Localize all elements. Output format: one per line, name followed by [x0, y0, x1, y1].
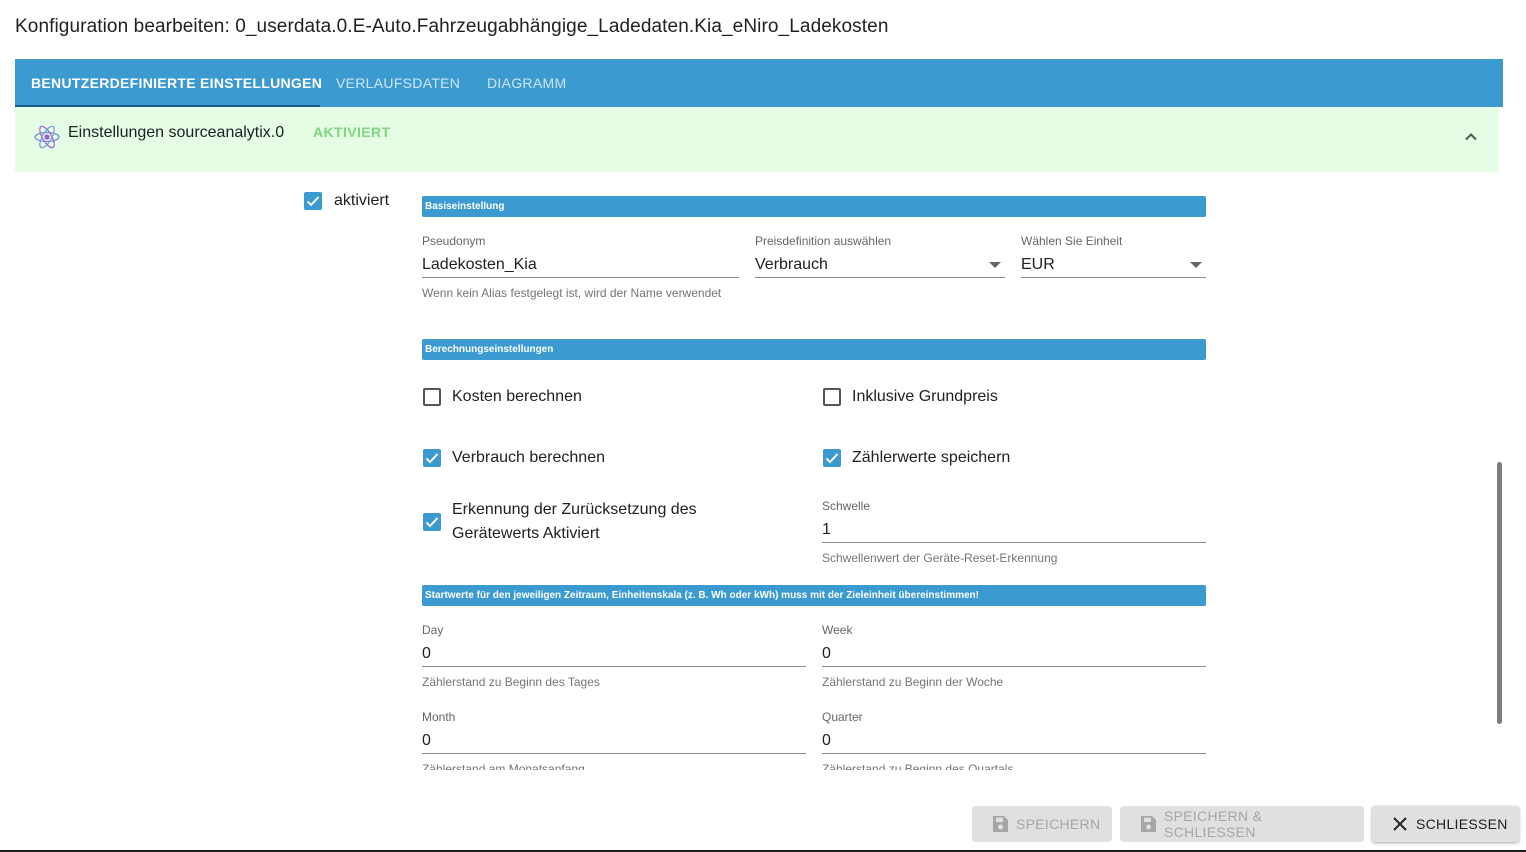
- price-definition-select[interactable]: Verbrauch: [755, 252, 1005, 278]
- settings-scroll-area[interactable]: Einstellungen sourceanalytix.0 AKTIVIERT…: [15, 107, 1503, 770]
- day-label: Day: [422, 623, 444, 637]
- dialog-title: Konfiguration bearbeiten: 0_userdata.0.E…: [15, 16, 889, 37]
- day-help-text: Zählerstand zu Beginn des Tages: [422, 675, 600, 689]
- status-badge: AKTIVIERT: [313, 124, 391, 140]
- section-basic-settings: Basiseinstellung: [422, 196, 1206, 217]
- save-and-close-button-label: SPEICHERN & SCHLIESSEN: [1164, 808, 1263, 840]
- tab-bar: BENUTZERDEFINIERTE EINSTELLUNGEN VERLAUF…: [15, 59, 1503, 107]
- quarter-help-text: Zählerstand zu Beginn des Quartals: [822, 762, 1014, 770]
- week-input[interactable]: 0: [822, 641, 1206, 667]
- threshold-help-text: Schwellenwert der Geräte-Reset-Erkennung: [822, 551, 1058, 565]
- unit-select[interactable]: EUR: [1021, 252, 1206, 278]
- save-button-label: SPEICHERN: [1016, 816, 1101, 832]
- vertical-scrollbar[interactable]: [1497, 107, 1503, 770]
- accordion-header[interactable]: Einstellungen sourceanalytix.0 AKTIVIERT: [15, 107, 1499, 172]
- section-calculation-settings: Berechnungseinstellungen: [422, 339, 1206, 360]
- atom-icon: [32, 122, 62, 152]
- quarter-input[interactable]: 0: [822, 728, 1206, 754]
- threshold-label: Schwelle: [822, 499, 871, 513]
- reset-detection-checkbox[interactable]: [423, 513, 441, 531]
- month-label: Month: [422, 710, 456, 724]
- base-price-label: Inklusive Grundpreis: [852, 388, 998, 405]
- price-definition-label: Preisdefinition auswählen: [755, 234, 892, 248]
- unit-value: EUR: [1021, 256, 1055, 273]
- alias-help-text: Wenn kein Alias festgelegt ist, wird der…: [422, 286, 722, 300]
- tab-custom-settings[interactable]: BENUTZERDEFINIERTE EINSTELLUNGEN: [15, 59, 338, 107]
- scrollbar-thumb[interactable]: [1497, 462, 1502, 724]
- alias-label: Pseudonym: [422, 234, 486, 248]
- month-input[interactable]: 0: [422, 728, 806, 754]
- calc-consumption-label: Verbrauch berechnen: [452, 449, 605, 466]
- tab-chart[interactable]: DIAGRAMM: [471, 59, 582, 107]
- calc-consumption-checkbox[interactable]: [423, 449, 441, 467]
- threshold-input[interactable]: 1: [822, 517, 1206, 543]
- save-button[interactable]: SPEICHERN: [972, 806, 1112, 842]
- calc-costs-checkbox[interactable]: [423, 388, 441, 406]
- week-label: Week: [822, 623, 853, 637]
- save-counter-checkbox[interactable]: [823, 449, 841, 467]
- quarter-label: Quarter: [822, 710, 863, 724]
- save-icon: [990, 814, 1010, 834]
- enabled-checkbox[interactable]: [304, 192, 322, 210]
- dropdown-arrow-icon: [989, 262, 1001, 268]
- day-input[interactable]: 0: [422, 641, 806, 667]
- dropdown-arrow-icon: [1190, 262, 1202, 268]
- reset-detection-label: Erkennung der Zurücksetzung des Gerätewe…: [452, 501, 697, 542]
- save-icon: [1138, 814, 1158, 834]
- base-price-checkbox[interactable]: [823, 388, 841, 406]
- save-and-close-button[interactable]: SPEICHERN & SCHLIESSEN: [1120, 806, 1364, 842]
- section-start-values: Startwerte für den jeweiligen Zeitraum, …: [422, 585, 1206, 606]
- price-definition-value: Verbrauch: [755, 256, 828, 273]
- unit-label: Wählen Sie Einheit: [1021, 234, 1123, 248]
- chevron-up-icon[interactable]: [1459, 125, 1483, 149]
- calc-costs-label: Kosten berechnen: [452, 388, 582, 405]
- close-icon: [1390, 814, 1410, 834]
- accordion-title: Einstellungen sourceanalytix.0: [68, 124, 285, 141]
- save-counter-label: Zählerwerte speichern: [852, 449, 1011, 466]
- alias-input[interactable]: Ladekosten_Kia: [422, 252, 739, 278]
- month-help-text: Zählerstand am Monatsanfang: [422, 762, 585, 770]
- enabled-label: aktiviert: [334, 192, 390, 209]
- close-button[interactable]: SCHLIESSEN: [1372, 806, 1519, 842]
- week-help-text: Zählerstand zu Beginn der Woche: [822, 675, 1004, 689]
- close-button-label: SCHLIESSEN: [1416, 816, 1508, 832]
- tab-history-data[interactable]: VERLAUFSDATEN: [320, 59, 476, 107]
